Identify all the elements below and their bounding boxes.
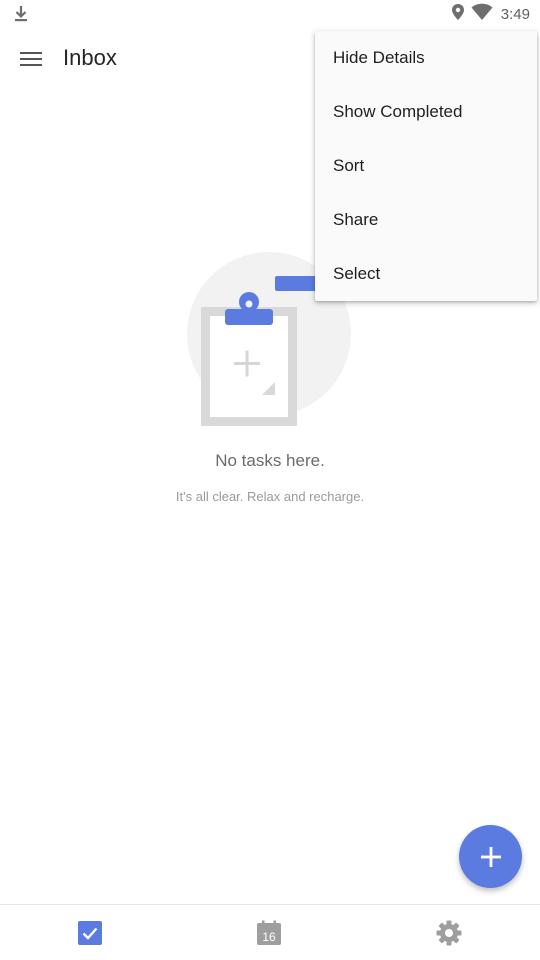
calendar-icon: 16 [257, 920, 281, 945]
wifi-icon [471, 3, 493, 26]
empty-state-subtitle: It's all clear. Relax and recharge. [175, 489, 365, 504]
menu-item-show-completed[interactable]: Show Completed [315, 85, 537, 139]
page-title: Inbox [63, 45, 117, 70]
add-task-button[interactable] [459, 825, 522, 888]
empty-state-title: No tasks here. [215, 451, 325, 470]
menu-item-select[interactable]: Select [315, 247, 537, 301]
bottom-navigation: 16 [0, 904, 540, 960]
screen: 3:49 Inbox No tasks here. It's all clear… [0, 0, 540, 960]
nav-settings-tab[interactable] [435, 919, 463, 947]
tasks-checkbox-icon [78, 921, 102, 945]
menu-item-sort[interactable]: Sort [315, 139, 537, 193]
calendar-date-label: 16 [262, 930, 276, 944]
menu-item-share[interactable]: Share [315, 193, 537, 247]
hamburger-menu-icon[interactable] [16, 44, 46, 74]
plus-icon [480, 846, 501, 867]
nav-calendar-tab[interactable]: 16 [255, 919, 283, 947]
status-bar: 3:49 [0, 0, 540, 28]
overflow-menu: Hide Details Show Completed Sort Share S… [315, 31, 537, 301]
clock-time: 3:49 [500, 5, 530, 23]
location-icon [451, 3, 465, 26]
status-icons: 3:49 [451, 3, 530, 25]
settings-gear-icon [436, 920, 462, 946]
menu-item-hide-details[interactable]: Hide Details [315, 31, 537, 85]
download-icon [12, 4, 30, 24]
nav-tasks-tab[interactable] [76, 919, 104, 947]
